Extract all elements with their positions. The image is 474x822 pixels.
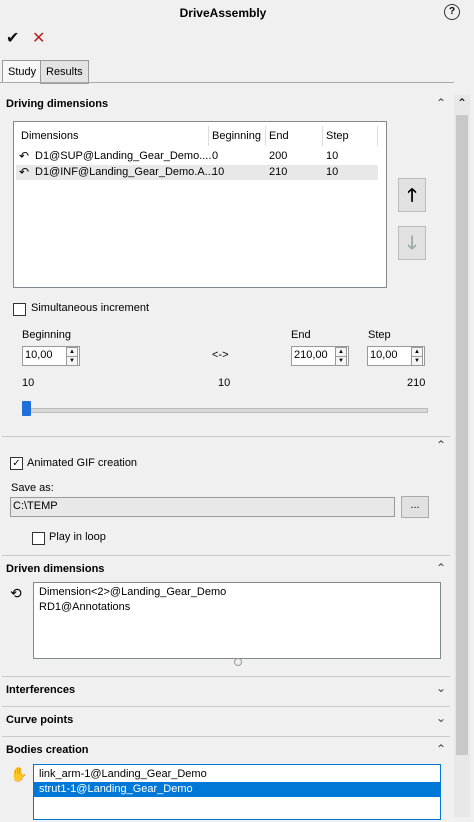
row-dimension: D1@SUP@Landing_Gear_Demo....: [35, 150, 212, 162]
decrease-icon[interactable]: ▼: [411, 356, 423, 366]
animated-gif-checkbox[interactable]: ✓: [10, 457, 23, 470]
browse-button[interactable]: ...: [401, 496, 429, 518]
list-item[interactable]: Dimension<2>@Landing_Gear_Demo: [39, 586, 226, 598]
driven-dimension-icon: ⟲: [10, 585, 22, 601]
table-row[interactable]: ↶ D1@SUP@Landing_Gear_Demo.... 0 200 10: [16, 149, 378, 164]
chevron-up-icon[interactable]: ⌃: [436, 742, 446, 756]
simultaneous-increment-label: Simultaneous increment: [31, 302, 150, 314]
column-header-dimensions[interactable]: Dimensions: [21, 130, 78, 142]
tab-results[interactable]: Results: [40, 60, 89, 84]
panel-title: DriveAssembly: [179, 6, 267, 20]
section-divider: [2, 555, 450, 556]
body-icon: ✋: [10, 766, 28, 782]
beginning-stepper[interactable]: 10,00 ▲ ▼: [22, 346, 80, 366]
end-stepper[interactable]: 210,00 ▲ ▼: [291, 346, 349, 366]
list-item-label: link_arm-1@Landing_Gear_Demo: [39, 768, 207, 780]
column-header-beginning[interactable]: Beginning: [212, 130, 261, 142]
scroll-up-icon[interactable]: ⌃: [454, 95, 470, 111]
driven-dimensions-header[interactable]: Driven dimensions: [6, 563, 104, 575]
chevron-up-icon[interactable]: ⌃: [436, 561, 446, 575]
chevron-up-icon[interactable]: ⌃: [436, 96, 446, 110]
chevron-down-icon[interactable]: ⌄: [436, 681, 446, 695]
driving-dimensions-table[interactable]: Dimensions Beginning End Step ↶ D1@SUP@L…: [13, 121, 387, 288]
animated-gif-label: Animated GIF creation: [27, 457, 138, 469]
help-icon[interactable]: ?: [444, 4, 460, 20]
interferences-header[interactable]: Interferences: [6, 684, 75, 696]
range-arrow-label: <->: [212, 349, 229, 361]
chevron-down-icon[interactable]: ⌄: [436, 711, 446, 725]
row-beginning: 0: [212, 150, 219, 162]
beginning-value[interactable]: 10,00: [25, 349, 53, 361]
section-divider: [2, 736, 450, 737]
play-in-loop-label: Play in loop: [49, 531, 106, 543]
arrow-up-icon: 🡑: [407, 185, 417, 205]
row-step: 10: [326, 166, 339, 178]
chevron-up-icon[interactable]: ⌃: [436, 438, 446, 452]
step-stepper[interactable]: 10,00 ▲ ▼: [367, 346, 425, 366]
save-as-label: Save as:: [11, 482, 54, 494]
row-beginning: 10: [212, 166, 225, 178]
list-item[interactable]: link_arm-1@Landing_Gear_Demo: [34, 767, 440, 782]
list-item-label: strut1-1@Landing_Gear_Demo: [39, 783, 193, 795]
row-end: 210: [269, 166, 288, 178]
driven-dimensions-list[interactable]: Dimension<2>@Landing_Gear_Demo RD1@Annot…: [33, 582, 441, 659]
table-row[interactable]: ↶ D1@INF@Landing_Gear_Demo.A... 10 210 1…: [16, 165, 378, 180]
resize-handle[interactable]: [234, 658, 242, 666]
tab-divider: [0, 82, 454, 83]
dimension-icon: ↶: [19, 165, 30, 179]
slider-mid-label: 10: [218, 377, 231, 389]
move-up-button[interactable]: 🡑: [398, 178, 426, 212]
dimension-icon: ↶: [19, 149, 30, 163]
section-divider: [2, 706, 450, 707]
cancel-icon[interactable]: ✕: [32, 28, 45, 48]
end-value[interactable]: 210,00: [294, 349, 328, 361]
section-divider: [2, 676, 450, 677]
slider-max-label: 210: [407, 377, 426, 389]
driving-dimensions-header[interactable]: Driving dimensions: [6, 98, 108, 110]
save-path-value: C:\TEMP: [13, 500, 58, 512]
column-header-end[interactable]: End: [269, 130, 289, 142]
column-header-step[interactable]: Step: [326, 130, 349, 142]
tab-study[interactable]: Study: [2, 60, 43, 83]
beginning-label: Beginning: [22, 329, 71, 341]
ok-icon[interactable]: ✔: [6, 28, 19, 48]
move-down-button[interactable]: 🡓: [398, 226, 426, 260]
save-path-field[interactable]: C:\TEMP: [10, 497, 395, 517]
row-dimension: D1@INF@Landing_Gear_Demo.A...: [35, 166, 214, 178]
end-label: End: [291, 329, 311, 341]
arrow-down-icon: 🡓: [407, 233, 417, 253]
step-value[interactable]: 10,00: [370, 349, 398, 361]
slider-min-label: 10: [22, 377, 35, 389]
slider-thumb[interactable]: [22, 401, 31, 416]
row-step: 10: [326, 150, 339, 162]
list-item[interactable]: RD1@Annotations: [39, 601, 130, 613]
play-in-loop-checkbox[interactable]: [32, 532, 45, 545]
section-divider: [2, 436, 450, 437]
decrease-icon[interactable]: ▼: [66, 356, 78, 366]
simultaneous-increment-checkbox[interactable]: [13, 303, 26, 316]
list-item[interactable]: strut1-1@Landing_Gear_Demo: [34, 782, 440, 797]
slider-track[interactable]: [22, 408, 428, 413]
row-end: 200: [269, 150, 288, 162]
bodies-list[interactable]: link_arm-1@Landing_Gear_Demo strut1-1@La…: [33, 764, 441, 820]
curve-points-header[interactable]: Curve points: [6, 714, 73, 726]
scroll-thumb[interactable]: [456, 115, 468, 755]
decrease-icon[interactable]: ▼: [335, 356, 347, 366]
step-label: Step: [368, 329, 391, 341]
bodies-creation-header[interactable]: Bodies creation: [6, 744, 89, 756]
